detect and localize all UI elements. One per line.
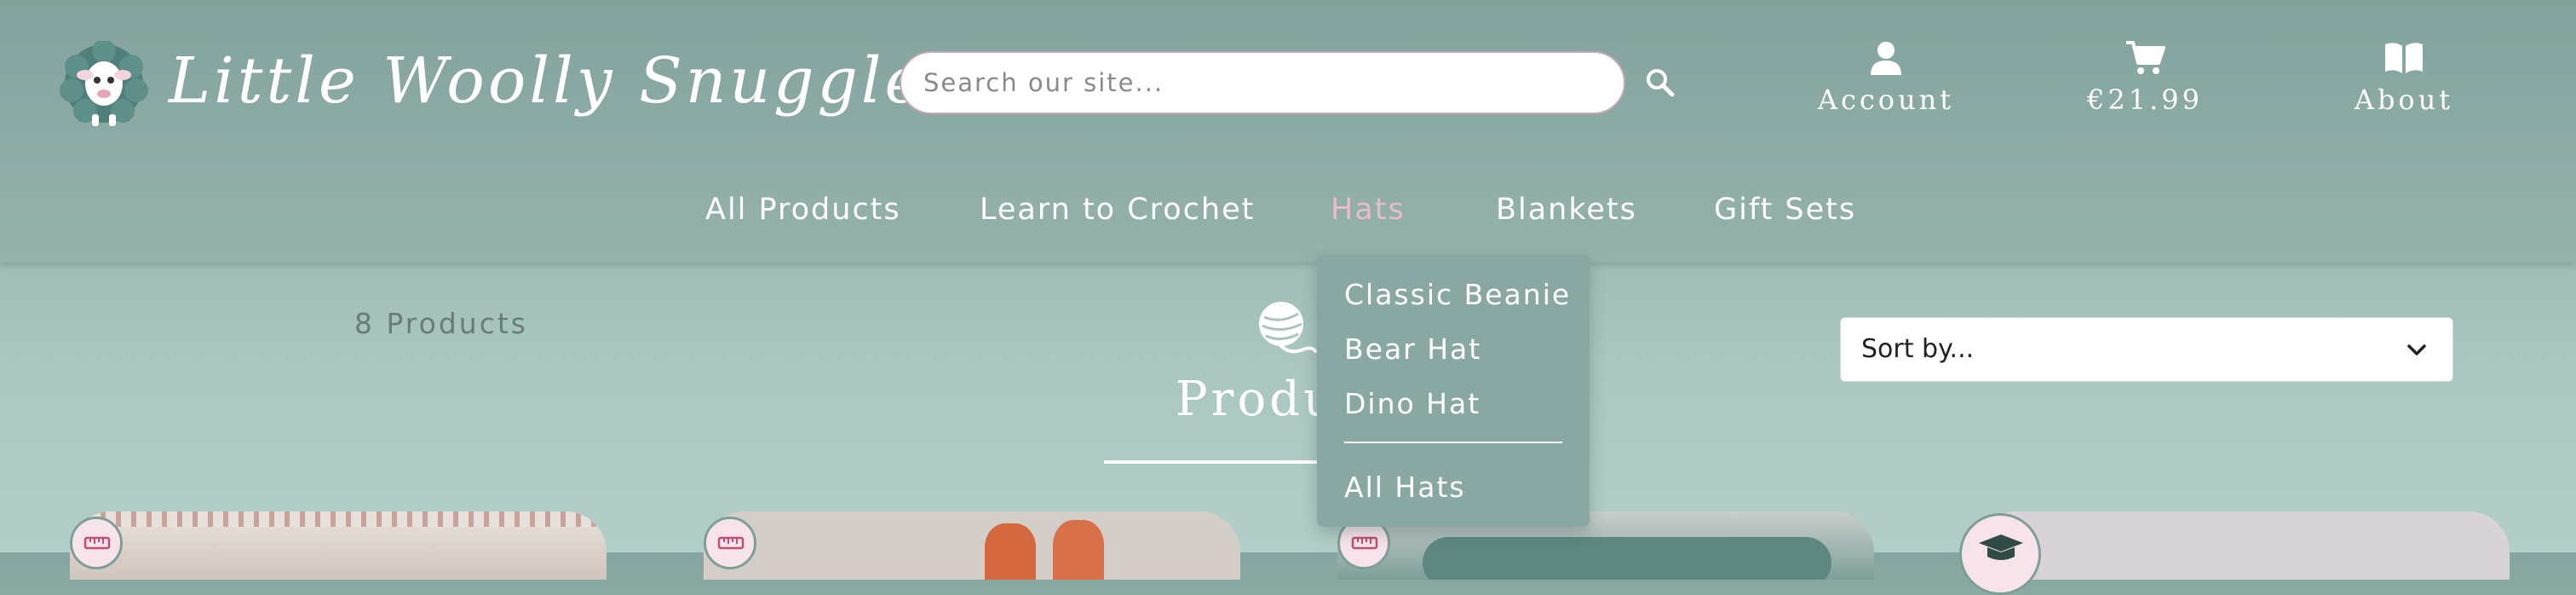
ruler-icon (83, 536, 111, 550)
logo-text: Little Woolly Snuggles (169, 44, 962, 118)
dropdown-item-classic-beanie[interactable]: Classic Beanie (1344, 278, 1571, 311)
cart-total: €21.99 (2087, 84, 2203, 116)
dropdown-item-bear-hat[interactable]: Bear Hat (1344, 332, 1481, 366)
product-image (70, 511, 607, 527)
chevron-down-icon (2407, 344, 2426, 355)
ruler-icon (1351, 536, 1378, 550)
dropdown-item-dino-hat[interactable]: Dino Hat (1344, 387, 1481, 420)
about-link[interactable]: About (2302, 39, 2506, 116)
account-icon (1871, 42, 1901, 75)
main-nav: All Products Learn to Crochet Hats Blank… (0, 193, 2576, 244)
measure-badge (704, 517, 756, 569)
nav-item-gift-sets[interactable]: Gift Sets (1714, 193, 1856, 227)
search-icon[interactable] (1644, 66, 1676, 99)
yarn-ball-icon (1259, 302, 1317, 354)
cart-icon (2126, 41, 2165, 74)
sort-select[interactable]: Sort by... (1840, 317, 2453, 382)
nav-item-all-products[interactable]: All Products (705, 193, 901, 227)
sort-selected-value: Sort by... (1861, 334, 1975, 364)
search-bar (900, 51, 1625, 114)
dropdown-divider (1344, 442, 1562, 443)
cart-link[interactable]: €21.99 (2043, 39, 2247, 116)
search-input[interactable] (901, 53, 1588, 113)
site-logo[interactable]: Little Woolly Snuggles (60, 36, 957, 130)
nav-item-hats[interactable]: Hats (1331, 193, 1406, 227)
account-label: Account (1817, 84, 1955, 116)
product-image (1423, 537, 1831, 580)
sheep-logo-icon (60, 41, 148, 126)
account-link[interactable]: Account (1784, 39, 1988, 116)
product-card[interactable] (1973, 511, 2510, 580)
book-icon (2385, 43, 2423, 73)
hats-dropdown-menu: Classic Beanie Bear Hat Dino Hat All Hat… (1317, 254, 1590, 527)
nav-item-blankets[interactable]: Blankets (1496, 193, 1637, 227)
dropdown-item-all-hats[interactable]: All Hats (1344, 471, 1466, 504)
ruler-icon (717, 536, 745, 550)
product-image (985, 523, 1036, 580)
product-card[interactable] (70, 511, 607, 580)
measure-badge (70, 517, 123, 569)
product-count: 8 Products (354, 307, 528, 340)
nav-item-learn-to-crochet[interactable]: Learn to Crochet (980, 193, 1255, 227)
about-label: About (2354, 84, 2454, 116)
graduation-cap-icon (1979, 534, 2023, 560)
product-card[interactable] (704, 511, 1240, 580)
course-badge (1959, 513, 2041, 595)
